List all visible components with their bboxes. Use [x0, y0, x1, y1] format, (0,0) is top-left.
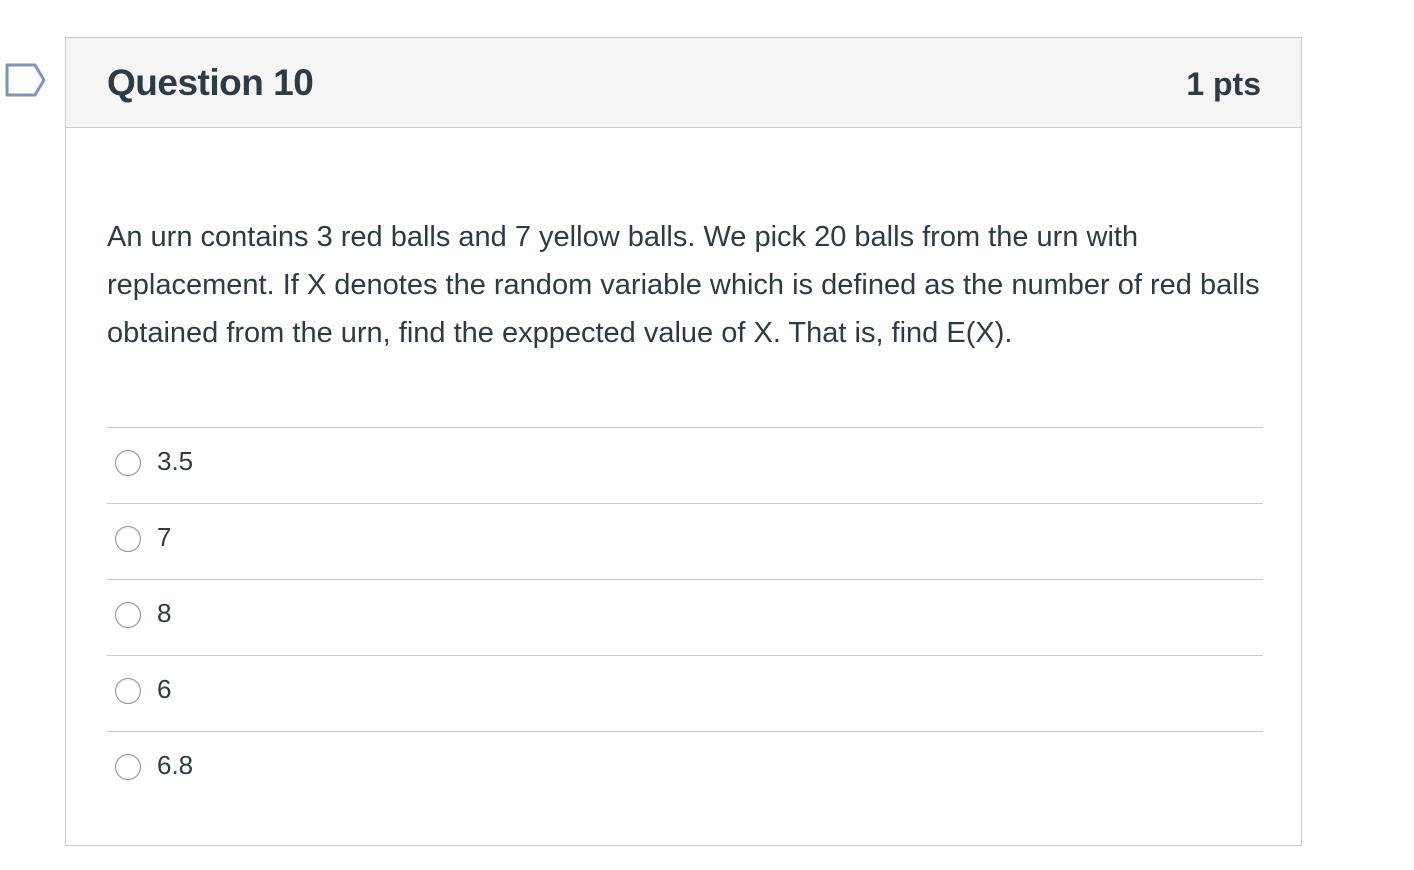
answer-option[interactable]: 3.5 [107, 427, 1263, 503]
radio-button[interactable] [115, 526, 141, 552]
answer-option[interactable]: 8 [107, 579, 1263, 655]
answer-label: 6.8 [157, 750, 194, 780]
question-title: Question 10 [107, 62, 314, 103]
answer-list: 3.5 7 8 6 6.8 [107, 427, 1263, 807]
flag-question-icon[interactable] [5, 63, 47, 99]
answer-label: 3.5 [157, 446, 194, 476]
radio-button[interactable] [115, 450, 141, 476]
answer-label: 6 [157, 674, 172, 704]
question-card: Question 10 1 pts An urn contains 3 red … [65, 37, 1302, 846]
answer-option[interactable]: 7 [107, 503, 1263, 579]
answer-option[interactable]: 6 [107, 655, 1263, 731]
question-text: An urn contains 3 red balls and 7 yellow… [107, 221, 1260, 349]
answer-label: 8 [157, 598, 172, 628]
radio-button[interactable] [115, 602, 141, 628]
answer-label: 7 [157, 522, 172, 552]
answer-option[interactable]: 6.8 [107, 731, 1263, 807]
question-header: Question 10 1 pts [66, 38, 1301, 128]
radio-button[interactable] [115, 678, 141, 704]
radio-button[interactable] [115, 754, 141, 780]
question-points: 1 pts [1186, 66, 1261, 102]
